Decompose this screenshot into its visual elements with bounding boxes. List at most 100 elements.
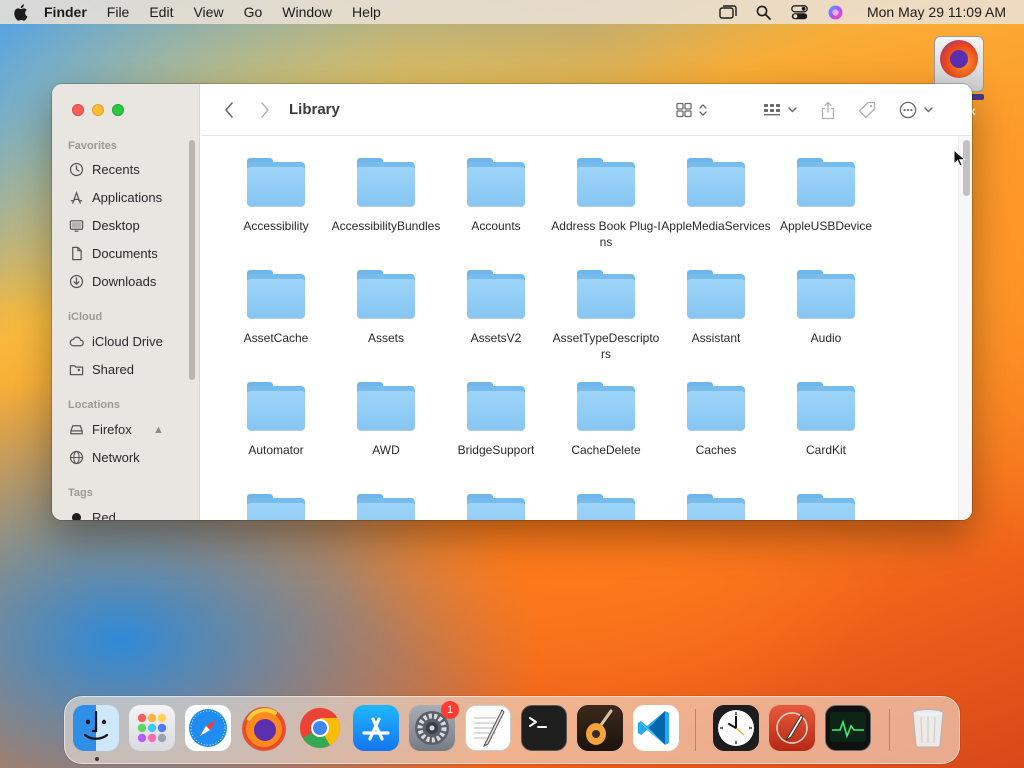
- menu-go[interactable]: Go: [234, 0, 273, 24]
- dock-launchpad-icon[interactable]: [129, 705, 175, 751]
- sidebar-item-recents[interactable]: Recents: [68, 158, 140, 180]
- more-actions-button[interactable]: [899, 100, 939, 120]
- view-mode-button[interactable]: [675, 100, 713, 120]
- folder-item[interactable]: AssetCache: [221, 268, 331, 346]
- folder-label: CacheDelete: [571, 443, 641, 457]
- running-indicator: [95, 757, 99, 761]
- folder-item[interactable]: [551, 492, 661, 520]
- dock-textedit-icon[interactable]: [465, 705, 511, 751]
- folder-icon: [685, 268, 747, 320]
- minimize-button[interactable]: [92, 104, 104, 116]
- sidebar-item-shared[interactable]: Shared: [68, 358, 134, 380]
- sidebar-item-label: Documents: [92, 245, 158, 261]
- menu-view[interactable]: View: [183, 0, 233, 24]
- folder-item[interactable]: [441, 492, 551, 520]
- dock-chrome-icon[interactable]: [297, 705, 343, 751]
- zoom-button[interactable]: [112, 104, 124, 116]
- spotlight-search-icon[interactable]: [755, 3, 773, 21]
- back-button[interactable]: [221, 100, 237, 120]
- folder-item[interactable]: [661, 492, 771, 520]
- folder-icon: [245, 156, 307, 208]
- sidebar-scrollbar[interactable]: [189, 140, 195, 380]
- folder-item[interactable]: Accessibility: [221, 156, 331, 234]
- close-button[interactable]: [72, 104, 84, 116]
- folder-icon: [355, 380, 417, 432]
- icon-grid-view-icon: [676, 102, 707, 118]
- menu-window[interactable]: Window: [272, 0, 342, 24]
- folder-item[interactable]: [221, 492, 331, 520]
- sidebar-item-tag-red[interactable]: Red: [68, 506, 116, 520]
- group-by-button[interactable]: [763, 100, 801, 120]
- folder-label: AssetTypeDescriptors: [552, 331, 660, 361]
- folder-item[interactable]: CardKit: [771, 380, 881, 458]
- folder-icon: [575, 156, 637, 208]
- eject-icon[interactable]: ▲: [153, 424, 164, 436]
- folder-item[interactable]: Audio: [771, 268, 881, 346]
- folder-label: CardKit: [805, 443, 846, 457]
- folder-item[interactable]: AssetsV2: [441, 268, 551, 346]
- sidebar-item-label: Network: [92, 449, 140, 465]
- sidebar-item-icloud-drive[interactable]: iCloud Drive: [68, 330, 163, 352]
- folder-icon: [245, 380, 307, 432]
- window-title: Library: [289, 101, 340, 118]
- tags-button[interactable]: [857, 100, 877, 120]
- menu-edit[interactable]: Edit: [139, 0, 183, 24]
- folder-icon: [355, 492, 417, 520]
- folder-item[interactable]: AccessibilityBundles: [331, 156, 441, 234]
- dock-vscode-icon[interactable]: [633, 705, 679, 751]
- folder-icon: [245, 268, 307, 320]
- folder-item[interactable]: Address Book Plug-Ins: [551, 156, 661, 250]
- sidebar-item-downloads[interactable]: Downloads: [68, 270, 156, 292]
- chevron-left-icon: [225, 102, 233, 118]
- folder-item[interactable]: AppleUSBDevice: [771, 156, 881, 234]
- folder-item[interactable]: AppleMediaServices: [661, 156, 771, 234]
- dock-firefox-icon[interactable]: [241, 705, 287, 751]
- share-button[interactable]: [819, 100, 837, 120]
- folder-item[interactable]: Automator: [221, 380, 331, 458]
- menu-file[interactable]: File: [97, 0, 140, 24]
- finder-content: Accessibility AccessibilityBundles Account…: [201, 136, 972, 520]
- folder-item[interactable]: [771, 492, 881, 520]
- group-grid-icon: [764, 104, 797, 116]
- folder-item[interactable]: Assets: [331, 268, 441, 346]
- content-scrollbar[interactable]: [958, 136, 972, 520]
- folder-icon: [575, 268, 637, 320]
- folder-item[interactable]: AWD: [331, 380, 441, 458]
- sidebar-item-label: Applications: [92, 189, 163, 205]
- control-center-icon[interactable]: [791, 3, 809, 21]
- folder-item[interactable]: Caches: [661, 380, 771, 458]
- sidebar-item-firefox[interactable]: Firefox: [68, 418, 132, 440]
- sidebar-item-desktop[interactable]: Desktop: [68, 214, 140, 236]
- dock-finder-icon[interactable]: [73, 705, 119, 751]
- sidebar-item-label: Firefox: [92, 421, 132, 437]
- siri-icon[interactable]: [827, 3, 845, 21]
- sidebar-item-documents[interactable]: Documents: [68, 242, 158, 264]
- folder-label: Address Book Plug-Ins: [551, 219, 661, 249]
- dock-safari-icon[interactable]: [185, 705, 231, 751]
- menubar-clock[interactable]: Mon May 29 11:09 AM: [867, 4, 1006, 20]
- dock-terminal-icon[interactable]: [521, 705, 567, 751]
- menu-finder[interactable]: Finder: [40, 0, 97, 24]
- dock-app-store-icon[interactable]: [353, 705, 399, 751]
- dock-garageband-icon[interactable]: [577, 705, 623, 751]
- dock-trash-icon[interactable]: [905, 705, 951, 751]
- finder-toolbar: Library: [201, 84, 972, 136]
- menu-help[interactable]: Help: [342, 0, 391, 24]
- dock-script-editor-icon[interactable]: [769, 705, 815, 751]
- folder-icon: [355, 268, 417, 320]
- folder-item[interactable]: CacheDelete: [551, 380, 661, 458]
- folder-item[interactable]: [331, 492, 441, 520]
- apple-menu-icon[interactable]: [0, 0, 40, 24]
- sidebar-item-applications[interactable]: Applications: [68, 186, 162, 208]
- forward-button[interactable]: [257, 100, 273, 120]
- folder-item[interactable]: AssetTypeDescriptors: [551, 268, 661, 362]
- dock-clock-icon[interactable]: [713, 705, 759, 751]
- folder-icon: [465, 492, 527, 520]
- sidebar-item-network[interactable]: Network: [68, 446, 140, 468]
- dock-separator: [889, 709, 890, 751]
- folder-item[interactable]: Accounts: [441, 156, 551, 234]
- screen-mirroring-icon[interactable]: [719, 3, 737, 21]
- folder-item[interactable]: Assistant: [661, 268, 771, 346]
- dock-activity-monitor-icon[interactable]: [825, 705, 871, 751]
- folder-item[interactable]: BridgeSupport: [441, 380, 551, 458]
